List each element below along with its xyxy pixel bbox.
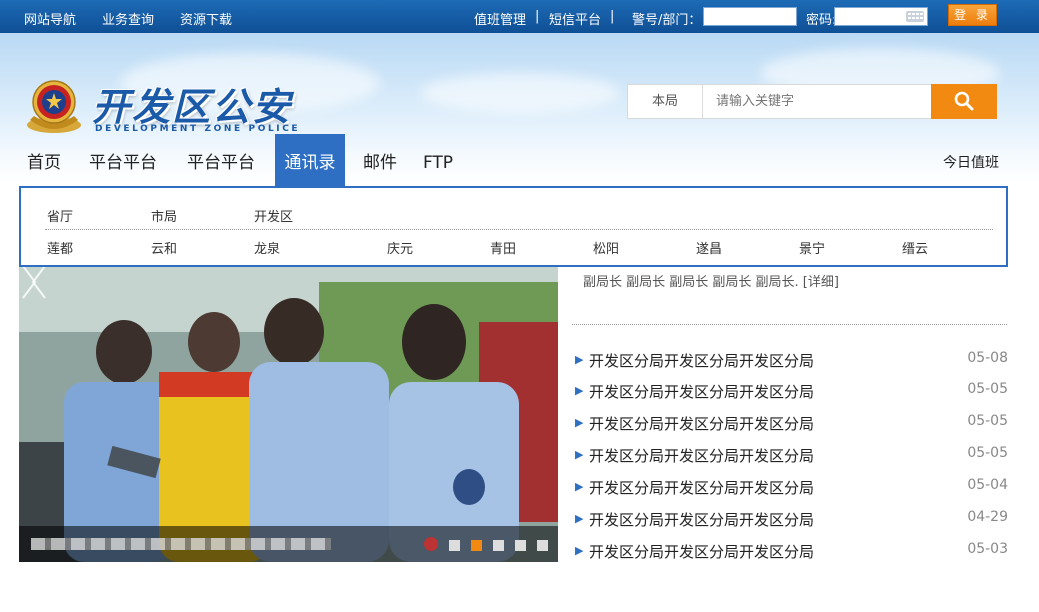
slider-dot[interactable] <box>493 540 504 551</box>
dir-link-yunhe[interactable]: 云和 <box>151 238 177 257</box>
nav-link-business-query[interactable]: 业务查询 <box>102 9 154 28</box>
triangle-right-icon: ▶ <box>575 384 584 397</box>
sms-platform-link[interactable]: 短信平台 <box>549 9 601 28</box>
duty-management-link[interactable]: 值班管理 <box>474 9 526 28</box>
nav-platform-1[interactable]: 平台平台 <box>80 134 166 186</box>
separator: | <box>610 9 615 24</box>
password-label: 密码: <box>806 13 837 28</box>
summary-line[interactable]: 副局长 副局长 副局长 副局长 副局长. [详细] <box>583 272 1003 294</box>
news-item[interactable]: ▶ 开发区分局开发区分局开发区分局 05-05 <box>575 445 1008 467</box>
search-input[interactable] <box>704 85 929 118</box>
login-button[interactable]: 登 录 <box>948 4 997 26</box>
news-item[interactable]: ▶ 开发区分局开发区分局开发区分局 05-05 <box>575 413 1008 435</box>
nav-link-resource-download[interactable]: 资源下载 <box>180 9 232 28</box>
slider-next-icon[interactable] <box>19 262 39 302</box>
slider-dot[interactable] <box>449 540 460 551</box>
dir-link-jingning[interactable]: 景宁 <box>799 238 825 257</box>
account-label: 警号/部门： <box>632 13 702 28</box>
news-item[interactable]: ▶ 开发区分局开发区分局开发区分局 05-03 <box>575 541 1008 563</box>
dir-link-city[interactable]: 市局 <box>151 206 177 225</box>
dir-link-dev-zone[interactable]: 开发区 <box>254 206 293 225</box>
account-input[interactable] <box>703 7 797 26</box>
triangle-right-icon: ▶ <box>575 448 584 461</box>
police-emblem-icon <box>27 80 81 133</box>
nav-directory[interactable]: 通讯录 <box>275 134 345 186</box>
slider-dot-active[interactable] <box>471 540 482 551</box>
photo-slider <box>19 262 558 562</box>
dir-link-jinyun[interactable]: 缙云 <box>902 238 928 257</box>
search-box: 本局 <box>627 84 932 119</box>
divider <box>45 229 993 230</box>
slide-photo <box>19 262 558 562</box>
dir-link-songyang[interactable]: 松阳 <box>593 238 619 257</box>
news-item[interactable]: ▶ 开发区分局开发区分局开发区分局 05-08 <box>575 350 1008 372</box>
separator: | <box>535 9 540 24</box>
password-input[interactable] <box>834 7 928 26</box>
badge-icon <box>424 537 438 551</box>
search-button[interactable] <box>931 84 997 119</box>
slider-dot[interactable] <box>537 540 548 551</box>
slide-caption-text <box>31 538 331 550</box>
site-logo-title: 开发区公安 <box>92 84 293 129</box>
dir-link-suichang[interactable]: 遂昌 <box>696 238 722 257</box>
news-item[interactable]: ▶ 开发区分局开发区分局开发区分局 05-04 <box>575 477 1008 499</box>
dir-link-province[interactable]: 省厅 <box>47 206 73 225</box>
search-scope-select[interactable]: 本局 <box>628 85 703 118</box>
site-logo-subtitle: DEVELOPMENT ZONE POLICE <box>95 124 301 134</box>
triangle-right-icon: ▶ <box>575 512 584 525</box>
triangle-right-icon: ▶ <box>575 544 584 557</box>
dir-link-qingyuan[interactable]: 庆元 <box>387 238 413 257</box>
news-item[interactable]: ▶ 开发区分局开发区分局开发区分局 05-05 <box>575 381 1008 403</box>
triangle-right-icon: ▶ <box>575 480 584 493</box>
divider <box>572 324 1007 325</box>
nav-link-site-nav[interactable]: 网站导航 <box>24 9 76 28</box>
slider-dot[interactable] <box>515 540 526 551</box>
triangle-right-icon: ▶ <box>575 416 584 429</box>
nav-home[interactable]: 首页 <box>18 134 70 186</box>
today-duty-link[interactable]: 今日值班 <box>943 134 999 192</box>
dir-link-liandu[interactable]: 莲都 <box>47 238 73 257</box>
dir-link-qingtian[interactable]: 青田 <box>490 238 516 257</box>
keyboard-icon[interactable] <box>906 11 924 22</box>
magnifier-icon <box>954 91 974 111</box>
nav-mail[interactable]: 邮件 <box>354 134 406 186</box>
nav-platform-2[interactable]: 平台平台 <box>176 134 266 186</box>
triangle-right-icon: ▶ <box>575 353 584 366</box>
main-nav: 首页 平台平台 平台平台 通讯录 邮件 FTP 今日值班 <box>0 134 1039 186</box>
dir-link-longquan[interactable]: 龙泉 <box>254 238 280 257</box>
top-bar: 网站导航 业务查询 资源下载 值班管理 | 短信平台 | 警号/部门： 密码: … <box>0 0 1039 33</box>
slide-caption-bar <box>19 526 558 562</box>
news-item[interactable]: ▶ 开发区分局开发区分局开发区分局 04-29 <box>575 509 1008 531</box>
nav-ftp[interactable]: FTP <box>414 134 462 186</box>
directory-dropdown: 省厅 市局 开发区 莲都 云和 龙泉 庆元 青田 松阳 遂昌 景宁 缙云 <box>19 186 1008 267</box>
